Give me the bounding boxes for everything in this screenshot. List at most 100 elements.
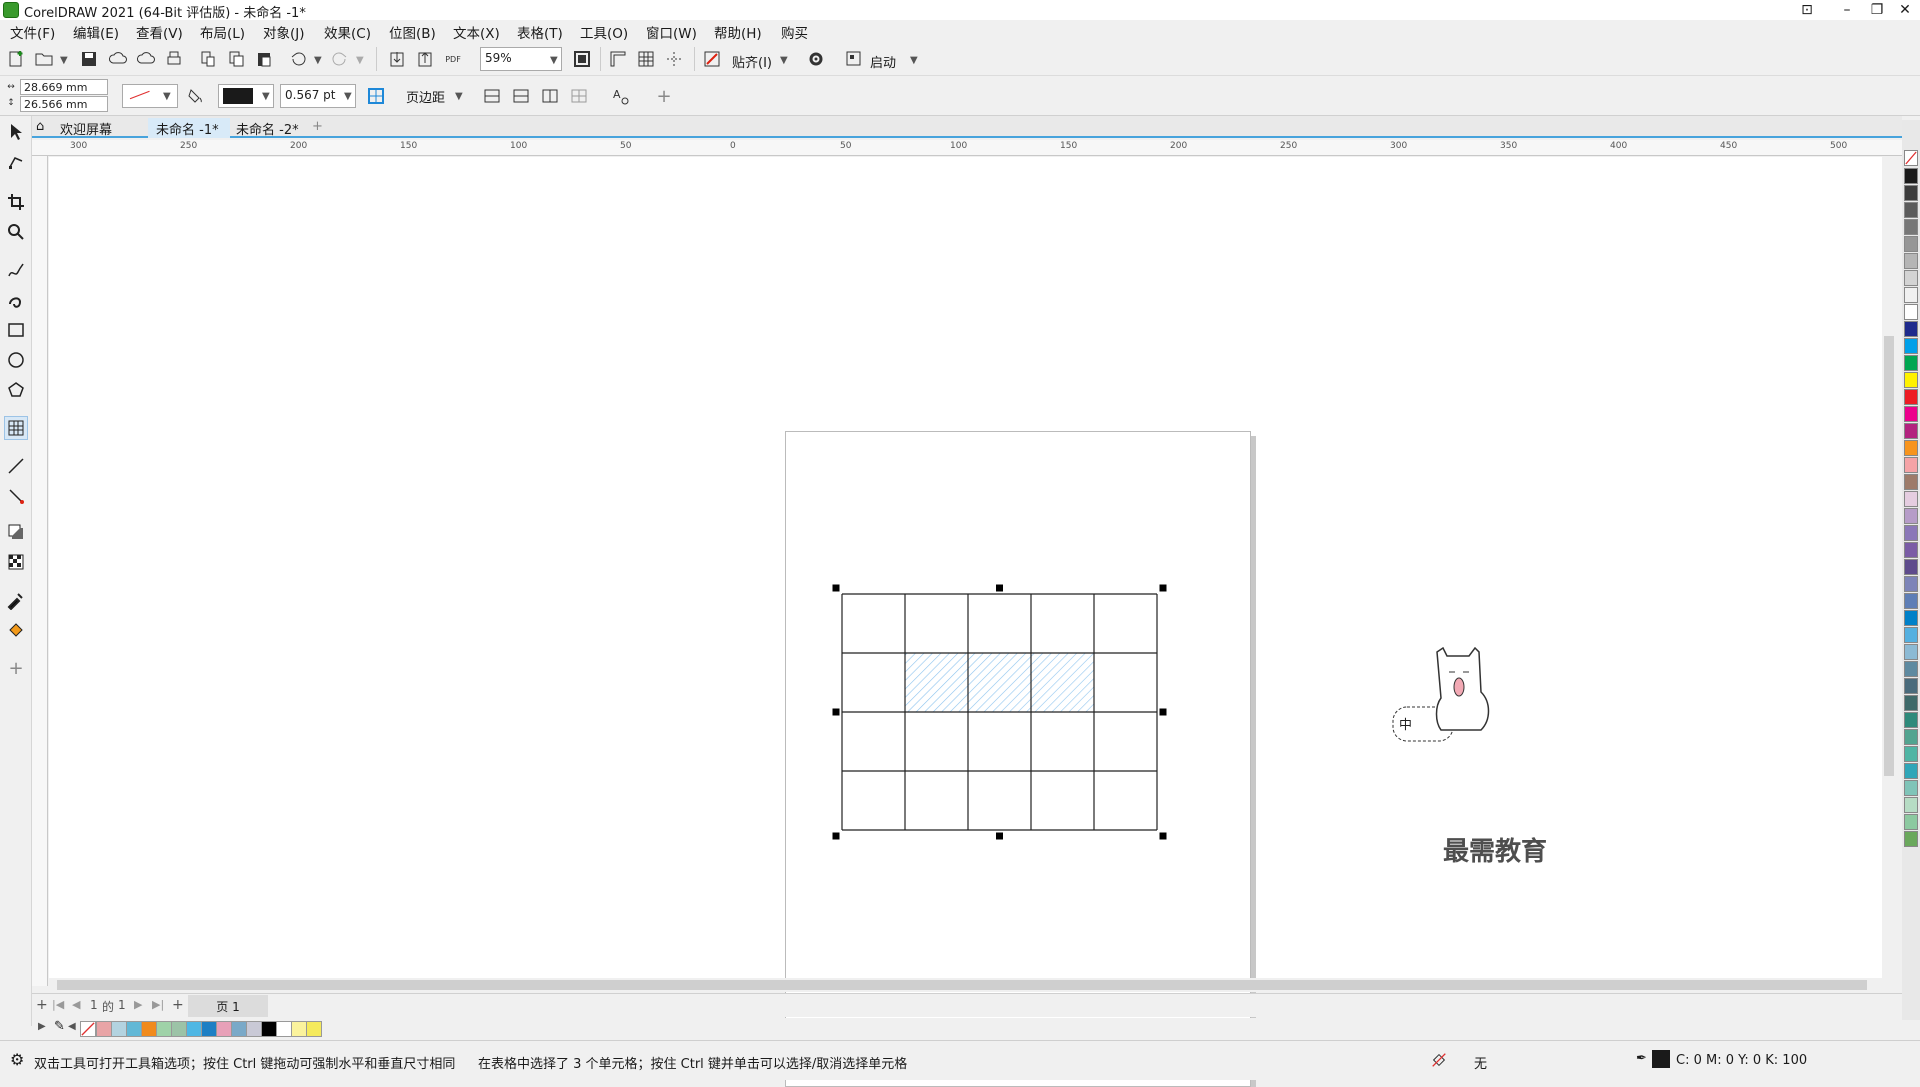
selection-handle[interactable] (996, 832, 1003, 840)
drawing-canvas[interactable]: 中 最需教育 (49, 157, 1889, 1087)
add-property-icon[interactable]: + (652, 84, 676, 108)
split-vertical-icon[interactable] (538, 84, 562, 108)
eyedropper-tool-icon[interactable] (4, 588, 28, 612)
menu-text[interactable]: 文本(X) (453, 22, 500, 42)
color-swatch[interactable] (156, 1021, 172, 1037)
color-swatch[interactable] (1904, 423, 1918, 439)
selection-handle[interactable] (1159, 832, 1167, 840)
menu-bitmap[interactable]: 位图(B) (389, 22, 436, 42)
settings-gear-icon[interactable]: ⚙ (10, 1050, 24, 1069)
color-swatch[interactable] (1904, 593, 1918, 609)
undo-icon[interactable] (286, 47, 310, 71)
outline-color-dropdown-icon[interactable]: ▼ (262, 91, 270, 102)
save-icon[interactable] (77, 47, 101, 71)
color-swatch[interactable] (1904, 440, 1918, 456)
selected-table-cell[interactable] (967, 652, 1032, 713)
menu-window[interactable]: 窗口(W) (646, 22, 697, 42)
artistic-media-tool-icon[interactable] (4, 288, 28, 312)
previous-page-icon[interactable]: ◀ (72, 998, 80, 1011)
first-page-icon[interactable]: |◀ (52, 998, 64, 1011)
split-horizontal-icon[interactable] (509, 84, 533, 108)
palette-scroll-left-icon[interactable]: ◀ (68, 1021, 76, 1032)
fill-options-icon[interactable] (184, 84, 208, 108)
color-swatch[interactable] (1904, 797, 1918, 813)
selection-handle[interactable] (832, 708, 840, 716)
color-swatch[interactable] (1904, 321, 1918, 337)
color-swatch[interactable] (246, 1021, 262, 1037)
color-swatch[interactable] (231, 1021, 247, 1037)
show-guidelines-icon[interactable] (662, 47, 686, 71)
dimension-tool-icon[interactable] (4, 454, 28, 478)
color-swatch[interactable] (1904, 202, 1918, 218)
page-tab[interactable]: 页 1 (188, 995, 268, 1017)
color-swatch[interactable] (96, 1021, 112, 1037)
color-swatch[interactable] (1904, 831, 1918, 847)
selection-handle[interactable] (1159, 584, 1167, 592)
cloud-download-icon[interactable] (106, 47, 130, 71)
object-height-field[interactable]: 26.566 mm (20, 96, 108, 112)
color-swatch[interactable] (1904, 474, 1918, 490)
launch-app-icon[interactable] (842, 47, 866, 71)
selection-handle[interactable] (832, 584, 840, 592)
menu-effects[interactable]: 效果(C) (324, 22, 371, 42)
full-screen-icon[interactable] (570, 47, 594, 71)
menu-edit[interactable]: 编辑(E) (73, 22, 119, 42)
maximize-button[interactable]: ❐ (1862, 0, 1892, 20)
color-swatch[interactable] (1904, 576, 1918, 592)
color-swatch[interactable] (1904, 746, 1918, 762)
color-swatch[interactable] (1904, 219, 1918, 235)
color-swatch[interactable] (276, 1021, 292, 1037)
color-swatch[interactable] (1904, 661, 1918, 677)
color-swatch[interactable] (291, 1021, 307, 1037)
cloud-upload-icon[interactable] (134, 47, 158, 71)
current-page-number[interactable]: 1 (90, 998, 98, 1012)
menu-tools[interactable]: 工具(O) (580, 22, 628, 42)
redo-dropdown-icon[interactable]: ▼ (356, 55, 364, 66)
color-swatch[interactable] (1904, 389, 1918, 405)
merge-cells-icon[interactable] (480, 84, 504, 108)
color-swatch[interactable] (1904, 525, 1918, 541)
border-select-icon[interactable] (364, 84, 388, 108)
add-tool-icon[interactable]: + (4, 656, 28, 680)
page-margins-dropdown[interactable]: 页边距 (406, 87, 445, 106)
rectangle-tool-icon[interactable] (4, 318, 28, 342)
tab-welcome-screen[interactable]: 欢迎屏幕 (52, 118, 120, 138)
color-swatch[interactable] (1904, 270, 1918, 286)
snap-off-icon[interactable] (700, 47, 724, 71)
color-swatch[interactable] (1904, 559, 1918, 575)
menu-object[interactable]: 对象(J) (263, 22, 305, 42)
snap-to-dropdown[interactable]: 贴齐(I) (732, 52, 772, 71)
launch-dropdown-icon[interactable]: ▼ (910, 55, 918, 66)
color-swatch[interactable] (1904, 491, 1918, 507)
chevron-down-icon[interactable]: ▼ (60, 55, 68, 66)
selection-handle[interactable] (832, 832, 840, 840)
close-button[interactable]: ✕ (1890, 0, 1920, 20)
minimize-button[interactable]: – (1832, 0, 1862, 20)
vertical-scroll-thumb[interactable] (1884, 336, 1894, 776)
color-swatch[interactable] (1904, 406, 1918, 422)
connector-tool-icon[interactable] (4, 484, 28, 508)
palette-expand-icon[interactable]: ▶ (38, 1021, 46, 1032)
table-object[interactable] (832, 584, 1256, 1008)
tab-untitled-1[interactable]: 未命名 -1* (148, 118, 230, 138)
paste-icon[interactable] (252, 47, 276, 71)
color-swatch[interactable] (1904, 185, 1918, 201)
menu-layout[interactable]: 布局(L) (200, 22, 245, 42)
color-swatch[interactable] (111, 1021, 127, 1037)
color-swatch[interactable] (1904, 542, 1918, 558)
add-page-before-icon[interactable]: + (36, 997, 48, 1013)
color-swatch[interactable] (1904, 372, 1918, 388)
selected-table-cell[interactable] (1030, 652, 1095, 713)
zoom-tool-icon[interactable] (4, 220, 28, 244)
color-swatch[interactable] (1904, 678, 1918, 694)
fill-dropdown-icon[interactable]: ▼ (163, 91, 171, 102)
options-gear-icon[interactable] (804, 47, 828, 71)
cut-icon[interactable] (196, 47, 220, 71)
polygon-tool-icon[interactable] (4, 378, 28, 402)
color-swatch[interactable] (1904, 287, 1918, 303)
color-swatch[interactable] (1904, 780, 1918, 796)
last-page-icon[interactable]: ▶| (152, 998, 164, 1011)
ellipse-tool-icon[interactable] (4, 348, 28, 372)
print-icon[interactable] (162, 47, 186, 71)
menu-view[interactable]: 查看(V) (136, 22, 183, 42)
